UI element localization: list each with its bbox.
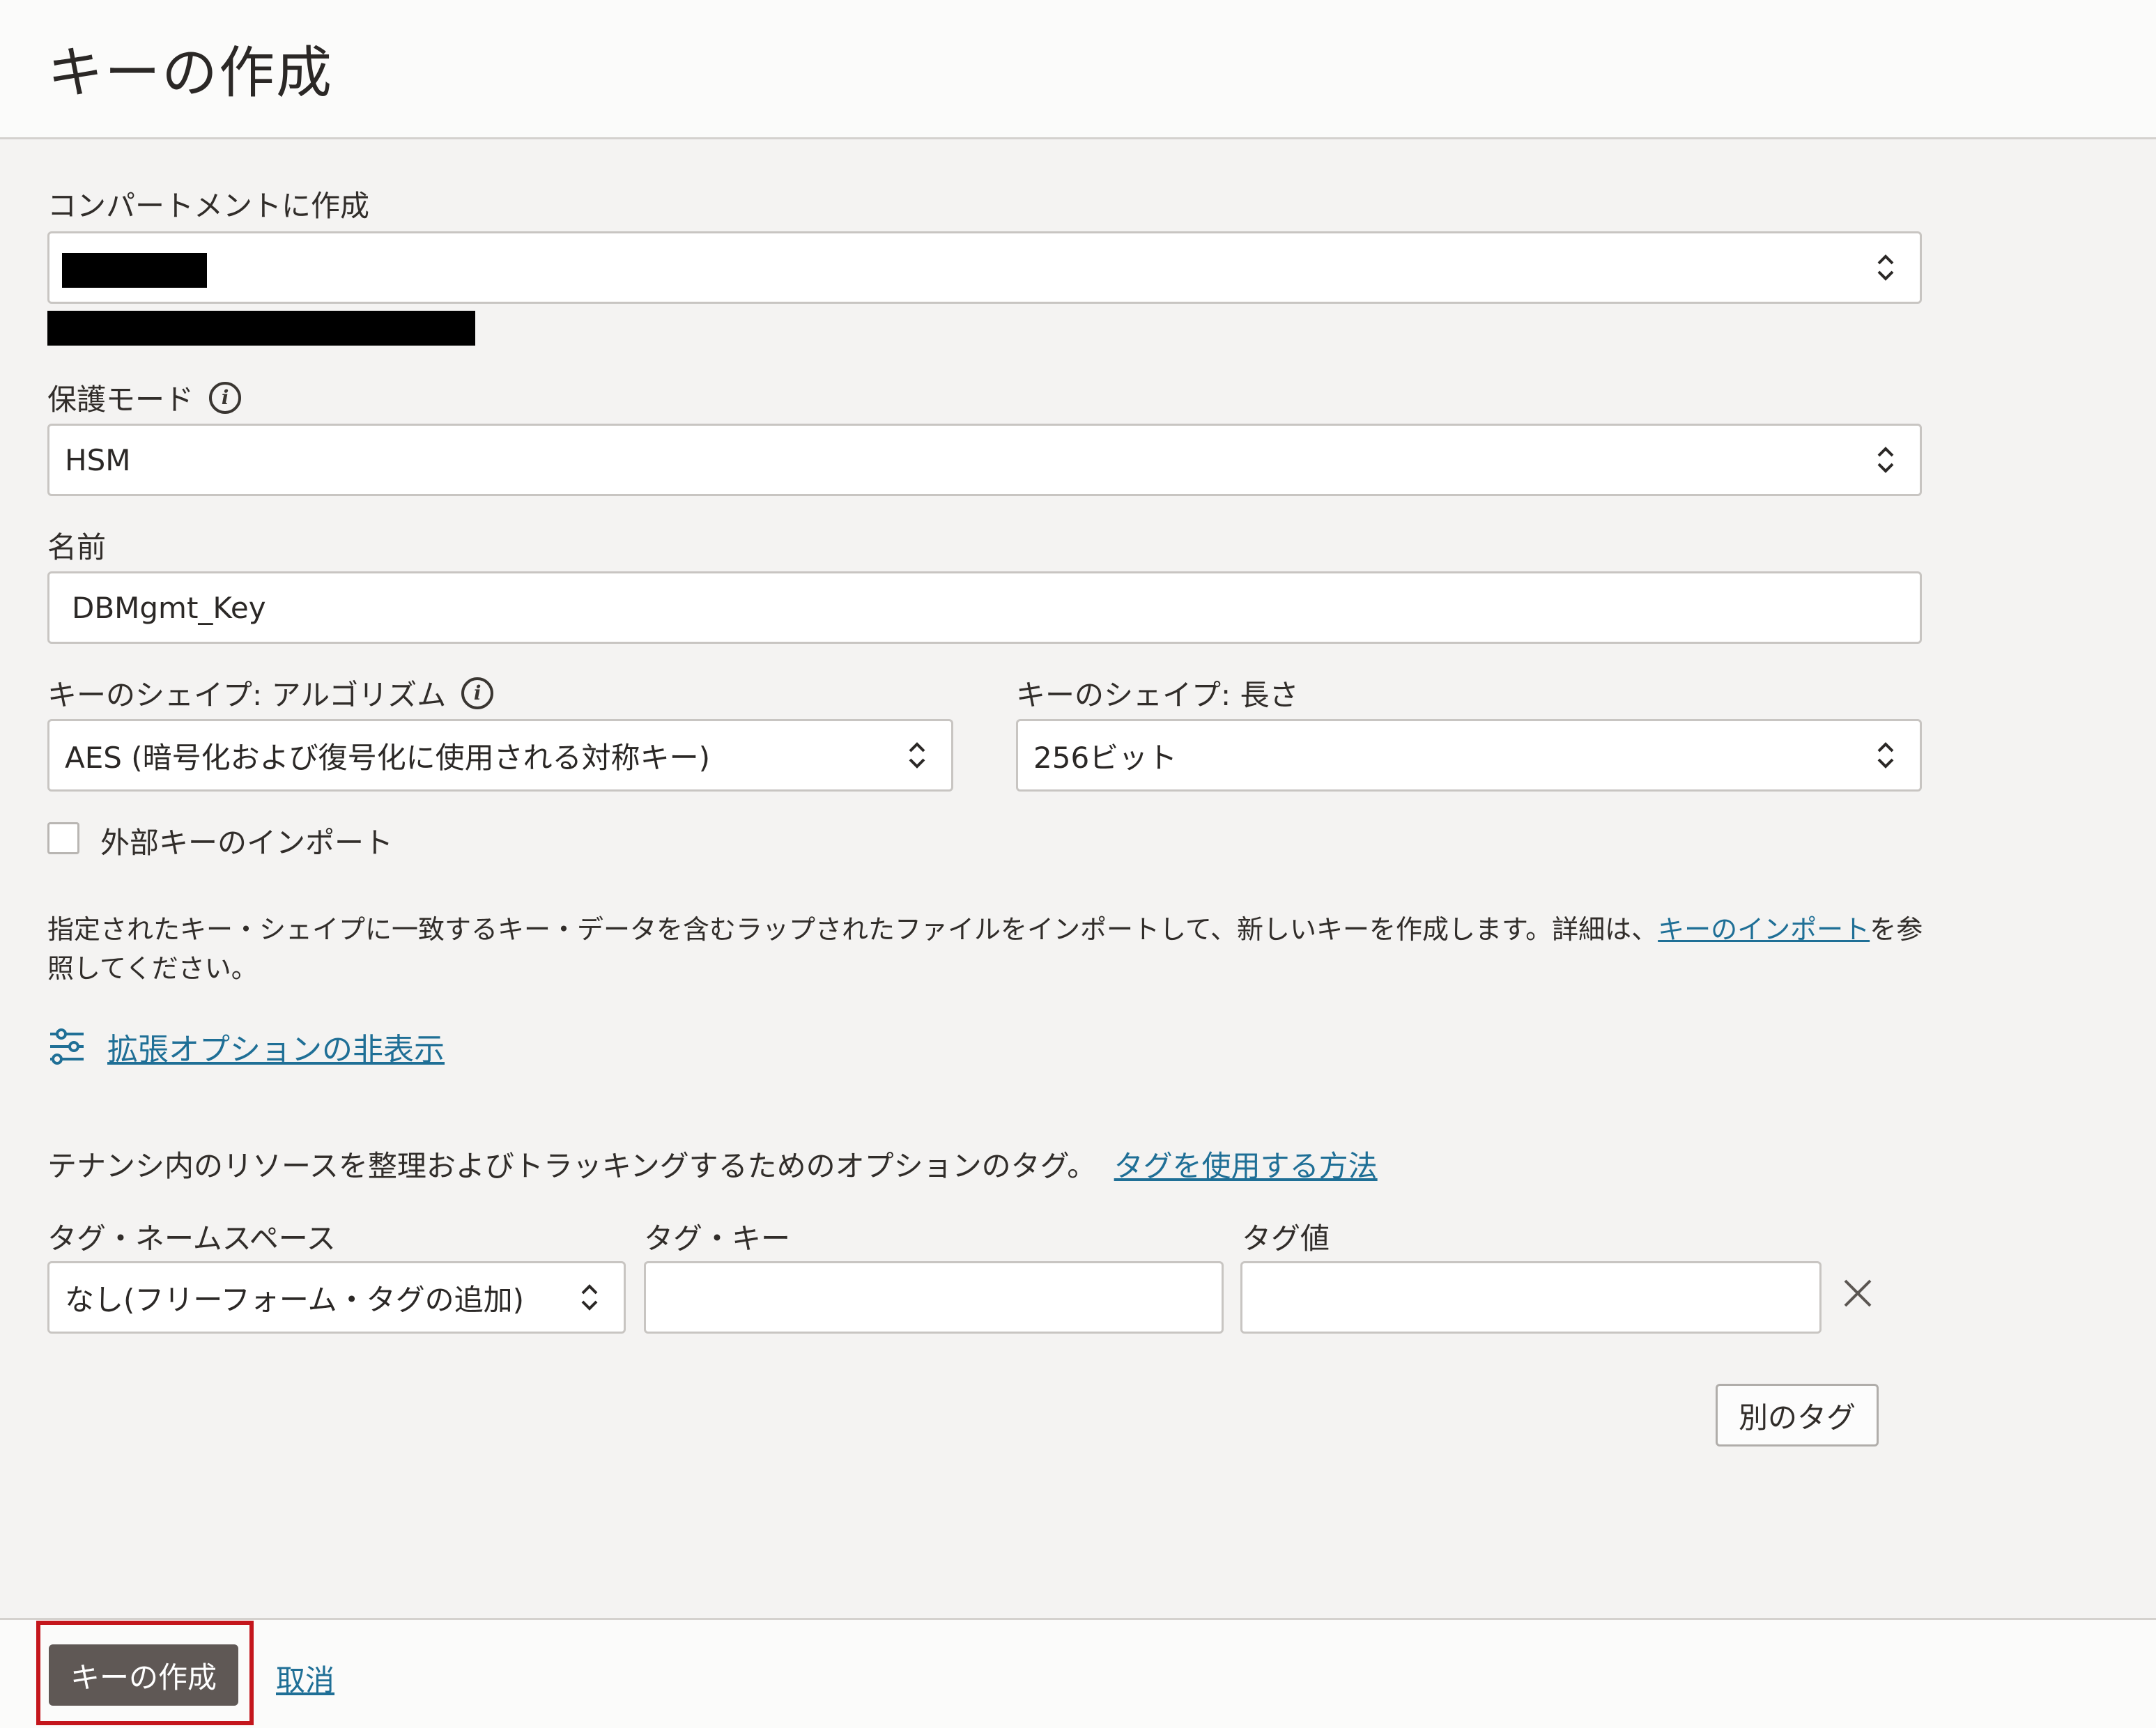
info-icon[interactable]: i: [209, 381, 242, 414]
remove-tag-close-icon[interactable]: [1840, 1275, 1876, 1311]
advanced-options-link[interactable]: 拡張オプションの非表示: [107, 1024, 445, 1069]
import-help-before: 指定されたキー・シェイプに一致するキー・データを含むラップされたファイルをインポ…: [47, 914, 1658, 945]
chevron-updown-icon: [581, 1284, 598, 1311]
chevron-updown-icon: [1877, 742, 1894, 769]
chevron-updown-icon: [1877, 447, 1894, 473]
name-input-value: DBMgmt_Key: [72, 590, 266, 625]
info-icon[interactable]: i: [461, 677, 494, 709]
compartment-label: コンパートメントに作成: [47, 189, 370, 223]
page-title: キーの作成: [47, 40, 333, 105]
tags-description-text: テナンシ内のリソースを整理およびトラッキングするためのオプションのタグ。: [47, 1149, 1097, 1183]
protection-mode-label-text: 保護モード: [47, 383, 194, 417]
import-help-text: 指定されたキー・シェイプに一致するキー・データを含むラップされたファイルをインポ…: [47, 910, 1929, 988]
protection-mode-select[interactable]: HSM: [47, 424, 1922, 496]
key-shape-algorithm-label: キーのシェイプ: アルゴリズム i: [47, 672, 494, 714]
tags-help-link[interactable]: タグを使用する方法: [1114, 1149, 1378, 1183]
page-header: キーの作成: [0, 0, 2156, 139]
tag-namespace-select[interactable]: なし(フリーフォーム・タグの追加): [47, 1261, 626, 1334]
import-external-key-label[interactable]: 外部キーのインポート: [100, 819, 393, 862]
tag-value-input[interactable]: [1240, 1261, 1822, 1334]
redacted-compartment-value: [62, 253, 207, 288]
add-another-tag-button[interactable]: 別のタグ: [1716, 1384, 1879, 1447]
create-key-button[interactable]: キーの作成: [49, 1644, 238, 1706]
key-shape-length-label: キーのシェイプ: 長さ: [1016, 678, 1299, 712]
chevron-updown-icon: [909, 742, 925, 769]
key-shape-algorithm-select[interactable]: AES (暗号化および復号化に使用される対称キー): [47, 719, 953, 792]
key-import-link[interactable]: キーのインポート: [1658, 914, 1870, 945]
key-shape-length-value: 256ビット: [1033, 740, 1178, 775]
tag-namespace-label: タグ・ネームスペース: [47, 1221, 336, 1256]
tag-key-label: タグ・キー: [644, 1221, 791, 1256]
key-shape-algorithm-label-text: キーのシェイプ: アルゴリズム: [47, 678, 447, 712]
redacted-compartment-path: [47, 311, 475, 346]
cancel-link[interactable]: 取消: [276, 1657, 334, 1699]
tag-value-label: タグ値: [1242, 1221, 1330, 1256]
sliders-icon: [50, 1028, 84, 1065]
advanced-options-toggle[interactable]: 拡張オプションの非表示: [47, 1024, 445, 1069]
protection-mode-label: 保護モード i: [47, 376, 242, 419]
name-label: 名前: [47, 530, 107, 564]
key-shape-length-select[interactable]: 256ビット: [1016, 719, 1922, 792]
import-external-key-checkbox[interactable]: [47, 822, 79, 854]
name-input[interactable]: DBMgmt_Key: [47, 571, 1922, 644]
tag-namespace-value: なし(フリーフォーム・タグの追加): [65, 1282, 524, 1317]
chevron-updown-icon: [1877, 254, 1894, 281]
compartment-select[interactable]: [47, 231, 1922, 304]
tag-key-input[interactable]: [644, 1261, 1224, 1334]
key-shape-algorithm-value: AES (暗号化および復号化に使用される対称キー): [65, 740, 711, 775]
protection-mode-value: HSM: [65, 442, 131, 477]
tags-description: テナンシ内のリソースを整理およびトラッキングするためのオプションのタグ。 タグを…: [47, 1147, 1378, 1186]
